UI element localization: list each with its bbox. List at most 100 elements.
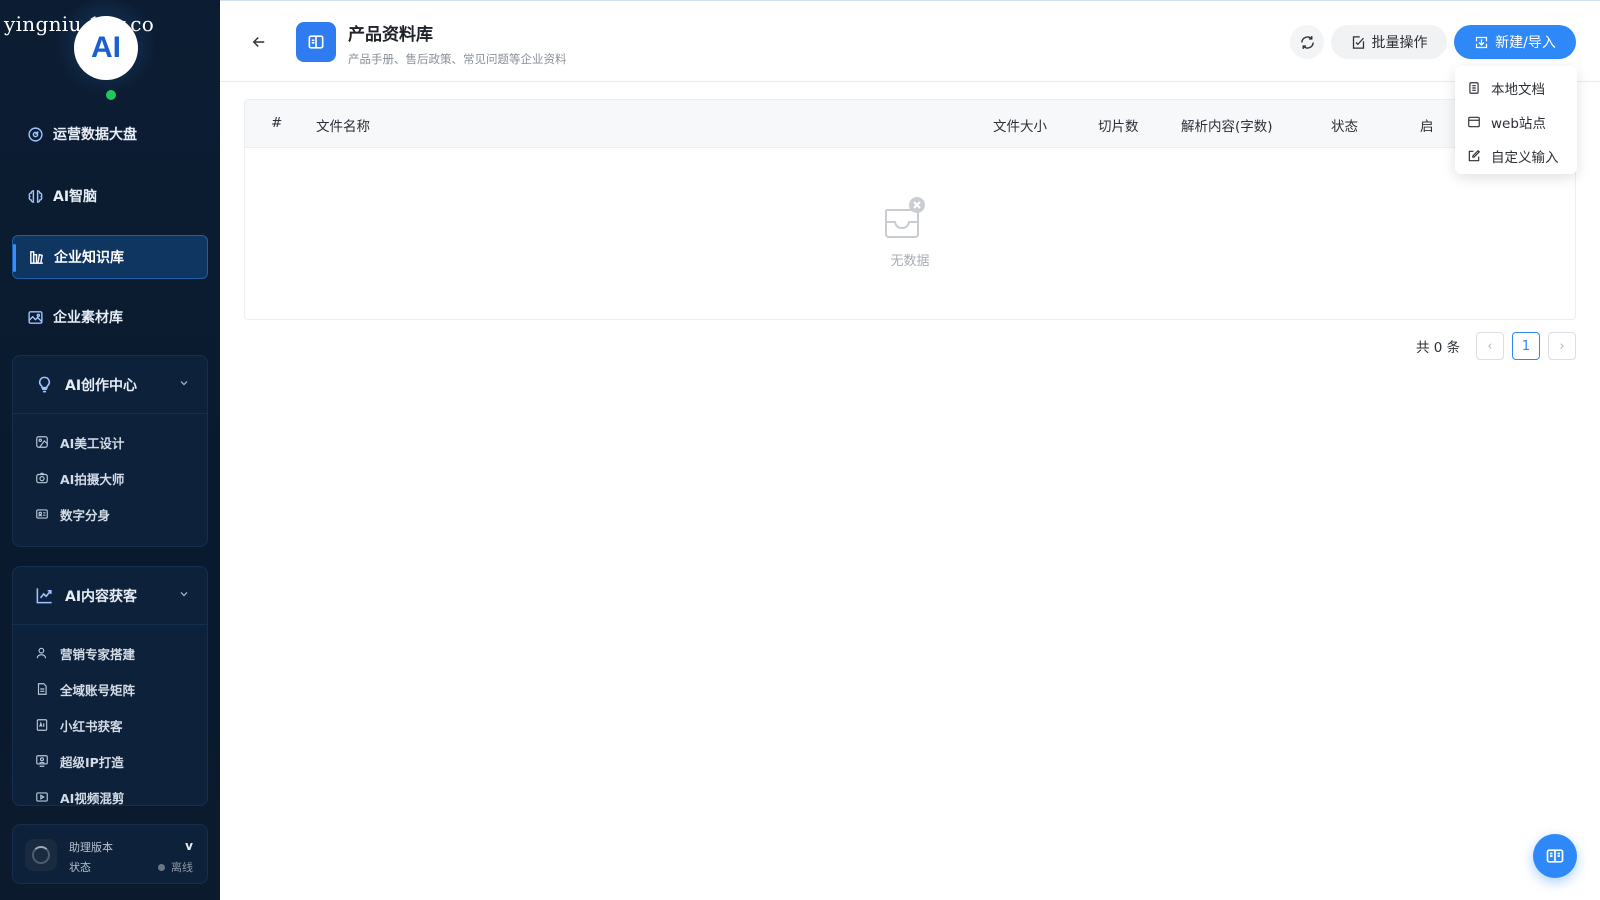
page-subtitle: 产品手册、售后政策、常见问题等企业资料 xyxy=(348,52,567,66)
empty-text: 无数据 xyxy=(890,254,930,269)
id-card-icon xyxy=(35,506,51,522)
book-icon xyxy=(1546,849,1564,863)
sidebar-item-knowledge-base[interactable]: 企业知识库 xyxy=(12,235,208,279)
subitem-label: AI视频混剪 xyxy=(60,790,125,806)
page-title: 产品资料库 xyxy=(348,25,433,45)
new-import-label: 新建/导入 xyxy=(1495,35,1556,51)
watermark: yingniu.10v.co xyxy=(4,12,155,36)
sidebar-subitem-account-matrix[interactable]: 全域账号矩阵 xyxy=(13,671,207,707)
sidebar-subitem-ai-photo[interactable]: AI拍摄大师 xyxy=(13,460,207,496)
subitem-label: AI美工设计 xyxy=(60,435,125,451)
pagination-prev-button[interactable]: ‹ xyxy=(1476,332,1504,360)
sidebar: yingniu.10v.co AI 运营数据大盘 AI智脑 企业知识库 企业素材… xyxy=(0,0,220,900)
document-icon xyxy=(35,681,51,697)
page-header: 产品资料库 产品手册、售后政策、常见问题等企业资料 批量操作 新建/导入 xyxy=(220,0,1600,82)
offline-dot-icon xyxy=(158,863,165,871)
sidebar-item-label: 企业素材库 xyxy=(53,310,123,326)
column-header-file-size: 文件大小 xyxy=(993,119,1047,135)
empty-state: 无数据 xyxy=(245,148,1575,318)
main-content: 产品资料库 产品手册、售后政策、常见问题等企业资料 批量操作 新建/导入 本地文… xyxy=(220,0,1600,900)
menu-item-label: web站点 xyxy=(1491,116,1546,132)
local-doc-icon xyxy=(1469,82,1479,94)
group-ai-creation-center: AI创作中心 AI美工设计 AI拍摄大师 数字分身 xyxy=(12,355,208,547)
group-label: AI创作中心 xyxy=(65,377,138,394)
brain-icon xyxy=(26,187,44,205)
sidebar-item-label: 企业知识库 xyxy=(54,250,124,266)
column-header-enable: 启 xyxy=(1420,119,1434,135)
menu-item-label: 自定义输入 xyxy=(1491,150,1559,166)
subitem-label: 数字分身 xyxy=(60,507,111,523)
video-icon xyxy=(35,789,51,805)
edit-icon xyxy=(1468,149,1481,162)
group-toggle-ai-creation[interactable]: AI创作中心 xyxy=(13,356,207,414)
sidebar-subitem-marketing-expert[interactable]: 营销专家搭建 xyxy=(13,635,207,671)
sidebar-item-ai-brain[interactable]: AI智脑 xyxy=(12,174,208,218)
monitor-user-icon xyxy=(35,753,51,769)
group-label: AI内容获客 xyxy=(65,588,138,605)
refresh-button[interactable] xyxy=(1290,25,1324,59)
online-status-dot xyxy=(106,90,116,100)
menu-item-custom-input[interactable]: 自定义输入 xyxy=(1455,139,1577,173)
library-icon xyxy=(27,248,45,266)
subitem-label: 全域账号矩阵 xyxy=(60,682,136,698)
pagination-total: 共 0 条 xyxy=(1416,340,1461,356)
import-dropdown-menu: 本地文档 web站点 自定义输入 xyxy=(1455,66,1577,174)
sidebar-item-asset-library[interactable]: 企业素材库 xyxy=(12,295,208,339)
chevron-down-icon xyxy=(179,589,189,602)
subitem-label: 超级IP打造 xyxy=(60,754,124,770)
batch-operation-button[interactable]: 批量操作 xyxy=(1331,25,1447,59)
sidebar-subitem-ai-design[interactable]: AI美工设计 xyxy=(13,424,207,460)
lightbulb-icon xyxy=(35,375,55,395)
help-fab-button[interactable] xyxy=(1533,834,1577,878)
sidebar-subitem-super-ip[interactable]: 超级IP打造 xyxy=(13,743,207,779)
sidebar-subitem-video-mix[interactable]: AI视频混剪 xyxy=(13,779,207,806)
status-label: 状态 xyxy=(69,861,91,874)
book-open-icon xyxy=(296,22,336,62)
pagination-page-1[interactable]: 1 xyxy=(1512,332,1540,360)
back-button[interactable] xyxy=(248,31,270,53)
dashboard-icon xyxy=(26,125,44,143)
document-table: # 文件名称 文件大小 切片数 解析内容(字数) 状态 启 无数据 xyxy=(244,99,1576,320)
sidebar-subitem-digital-twin[interactable]: 数字分身 xyxy=(13,496,207,532)
group-toggle-ai-content[interactable]: AI内容获客 xyxy=(13,567,207,625)
arrow-left-icon xyxy=(252,36,265,48)
image-icon xyxy=(26,308,44,326)
menu-item-local-document[interactable]: 本地文档 xyxy=(1455,71,1577,105)
sidebar-item-label: AI智脑 xyxy=(53,189,98,205)
chevron-down-icon xyxy=(179,378,189,391)
menu-item-web-site[interactable]: web站点 xyxy=(1455,105,1577,139)
version-label: 助理版本 xyxy=(69,841,113,854)
subitem-label: 营销专家搭建 xyxy=(60,646,136,662)
column-header-index: # xyxy=(271,115,283,131)
batch-operation-label: 批量操作 xyxy=(1371,35,1428,51)
status-value: 离线 xyxy=(171,861,193,874)
web-icon xyxy=(1468,116,1480,128)
pagination-next-button[interactable]: › xyxy=(1548,332,1576,360)
version-value: v xyxy=(185,839,193,853)
new-import-button[interactable]: 新建/导入 xyxy=(1454,25,1576,59)
ai-book-icon xyxy=(35,717,51,733)
group-ai-content-acquisition: AI内容获客 营销专家搭建 全域账号矩阵 小红书获客 超级IP打造 AI视频混剪 xyxy=(12,566,208,806)
loading-spinner-icon xyxy=(25,839,57,871)
checklist-icon xyxy=(1352,35,1364,49)
assistant-status-card: 助理版本 状态 v 离线 xyxy=(12,824,208,884)
chevron-left-icon: ‹ xyxy=(1487,338,1493,354)
column-header-status: 状态 xyxy=(1331,119,1358,135)
refresh-icon xyxy=(1300,35,1314,49)
sidebar-item-label: 运营数据大盘 xyxy=(53,127,137,143)
status-badge: 离线 xyxy=(158,859,193,875)
user-icon xyxy=(35,645,51,661)
sidebar-item-dashboard[interactable]: 运营数据大盘 xyxy=(12,112,208,156)
subitem-label: AI拍摄大师 xyxy=(60,471,125,487)
column-header-slices: 切片数 xyxy=(1098,119,1139,135)
sidebar-subitem-xiaohongshu[interactable]: 小红书获客 xyxy=(13,707,207,743)
import-icon xyxy=(1476,36,1488,48)
subitem-label: 小红书获客 xyxy=(60,718,123,734)
chevron-right-icon: › xyxy=(1559,338,1565,354)
trend-chart-icon xyxy=(35,586,55,606)
palette-icon xyxy=(35,434,51,450)
column-header-parsed-chars: 解析内容(字数) xyxy=(1181,119,1273,135)
empty-inbox-icon xyxy=(885,197,925,238)
camera-icon xyxy=(35,470,51,486)
menu-item-label: 本地文档 xyxy=(1491,82,1545,98)
